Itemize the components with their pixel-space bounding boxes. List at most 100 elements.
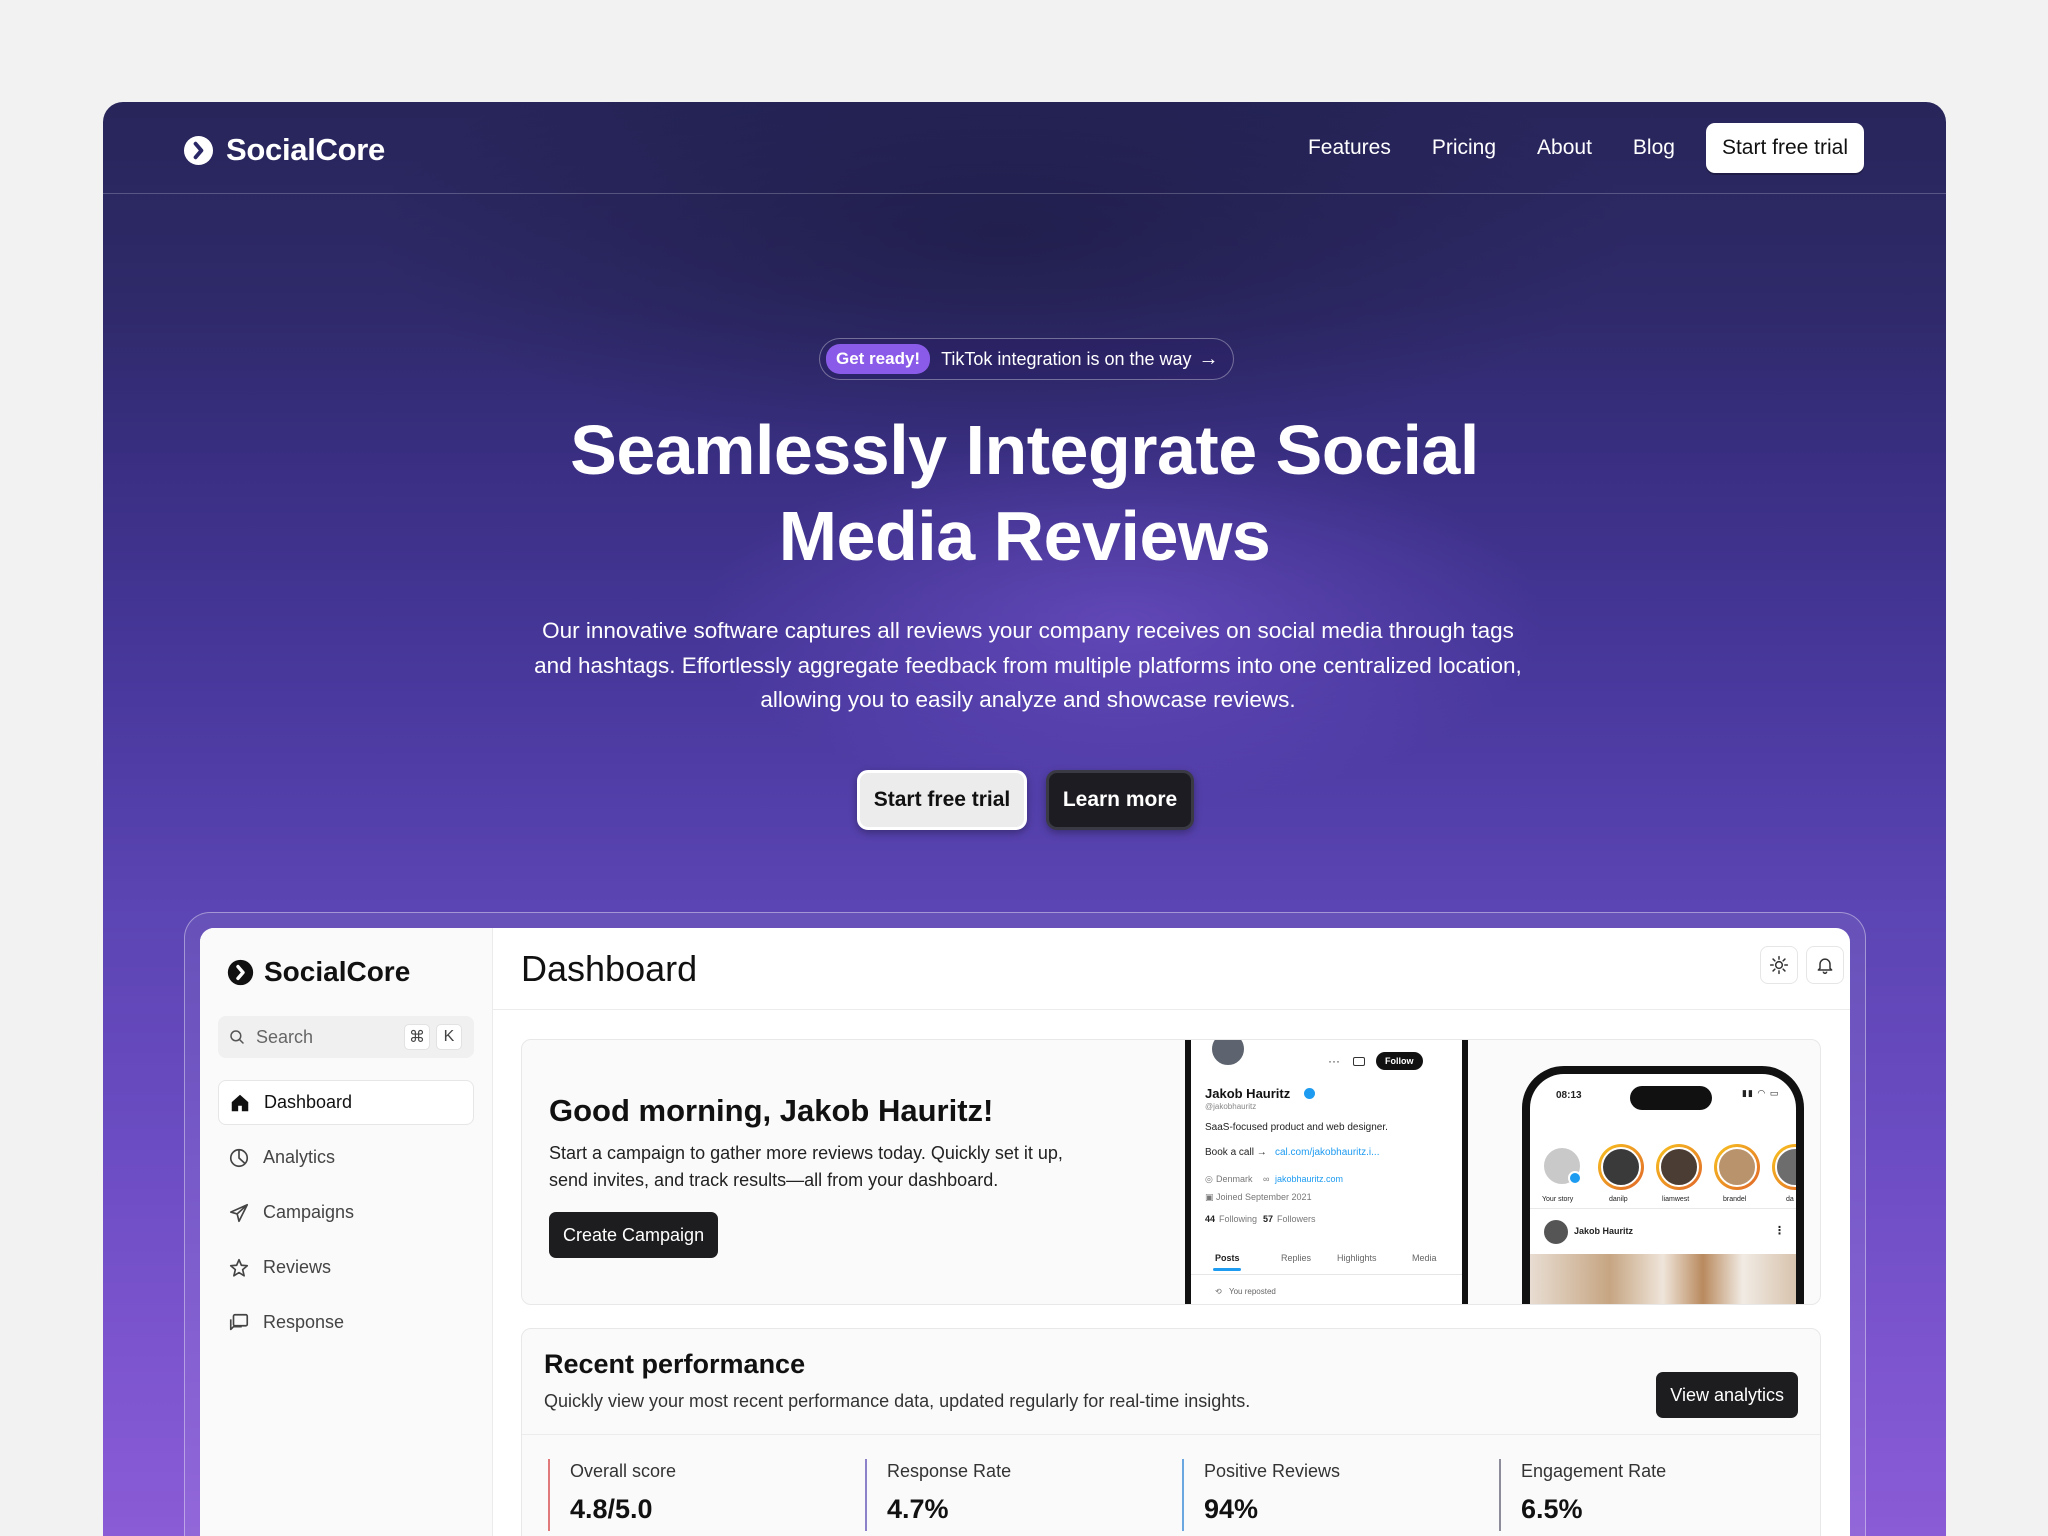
- following-label: Following: [1219, 1214, 1258, 1224]
- profile-tab-media[interactable]: Media: [1412, 1253, 1437, 1263]
- nav-link-blog[interactable]: Blog: [1633, 136, 1675, 160]
- arrow-right-icon: →: [1198, 347, 1219, 370]
- performance-divider: [522, 1434, 1820, 1435]
- active-tab-indicator: [1213, 1268, 1241, 1271]
- metric-value: 4.7%: [887, 1494, 949, 1524]
- sidebar-item-label: Dashboard: [264, 1092, 353, 1112]
- story-avatar-danilp[interactable]: [1598, 1144, 1644, 1190]
- message-icon: [1353, 1057, 1365, 1066]
- story-avatar-liamwest[interactable]: [1656, 1144, 1702, 1190]
- welcome-title: Good morning, Jakob Hauritz!: [549, 1093, 994, 1128]
- metric-response-rate: Response Rate 4.7%: [865, 1459, 1165, 1531]
- profile-bio: SaaS-focused product and web designer.: [1205, 1122, 1388, 1133]
- metric-overall-score: Overall score 4.8/5.0: [548, 1459, 848, 1531]
- stories-divider: [1530, 1208, 1796, 1209]
- metric-value: 94%: [1204, 1494, 1259, 1524]
- repost-icon: ⟲: [1215, 1287, 1222, 1296]
- sidebar-item-dashboard[interactable]: Dashboard: [218, 1080, 474, 1125]
- create-campaign-button[interactable]: Create Campaign: [549, 1212, 719, 1258]
- top-navigation: SocialCore Features Pricing About Blog S…: [103, 102, 1946, 194]
- k-key-hint: K: [436, 1024, 462, 1050]
- nav-start-trial-button[interactable]: Start free trial: [1705, 123, 1864, 173]
- metric-label: Engagement Rate: [1521, 1461, 1667, 1481]
- metric-accent-bar: [1499, 1459, 1501, 1531]
- performance-subtitle: Quickly view your most recent performanc…: [544, 1391, 1251, 1411]
- story-label: Your story: [1542, 1196, 1574, 1203]
- sidebar-item-label: Campaigns: [263, 1202, 355, 1222]
- profile-phone-mockup: ··· Follow Jakob Hauritz @jakobhauritz S…: [1185, 1040, 1468, 1304]
- performance-card: Recent performance Quickly view your mos…: [521, 1328, 1821, 1536]
- metric-positive-reviews: Positive Reviews 94%: [1182, 1459, 1482, 1531]
- follow-button[interactable]: Follow: [1376, 1052, 1423, 1070]
- star-icon: [229, 1258, 249, 1277]
- profile-tab-highlights[interactable]: Highlights: [1337, 1253, 1377, 1263]
- socialcore-logo-icon: [183, 135, 214, 165]
- profile-tab-replies[interactable]: Replies: [1281, 1253, 1311, 1263]
- hero-title: Seamlessly Integrate Social Media Review…: [103, 407, 1946, 579]
- profile-website[interactable]: jakobhauritz.com: [1275, 1174, 1343, 1184]
- announcement-text: TikTok integration is on the way: [941, 348, 1192, 369]
- link-icon: ∞: [1263, 1174, 1270, 1184]
- view-analytics-button[interactable]: View analytics: [1656, 1372, 1798, 1418]
- theme-toggle-button[interactable]: [1760, 946, 1798, 984]
- hero-learn-more-button[interactable]: Learn more: [1046, 770, 1194, 830]
- profile-book-link[interactable]: cal.com/jakobhauritz.i...: [1275, 1147, 1380, 1158]
- sidebar-item-campaigns[interactable]: Campaigns: [218, 1190, 474, 1235]
- story-avatar-brandel[interactable]: [1714, 1144, 1760, 1190]
- dynamic-island: [1630, 1086, 1712, 1110]
- send-icon: [229, 1203, 249, 1222]
- story-label: da: [1786, 1196, 1794, 1203]
- hero-title-line-2: Media Reviews: [778, 497, 1271, 575]
- hero-subtitle: Our innovative software captures all rev…: [534, 618, 1522, 712]
- nav-link-features[interactable]: Features: [1308, 136, 1391, 160]
- main-header: Dashboard: [493, 928, 1850, 1010]
- post-author-avatar: [1544, 1220, 1568, 1244]
- metric-engagement-rate: Engagement Rate 6.5%: [1499, 1459, 1799, 1531]
- main-content: Dashboard Good morning, Jakob Hauritz! S…: [493, 928, 1850, 1536]
- search-input[interactable]: Search ⌘ K: [218, 1016, 474, 1058]
- page-title: Dashboard: [521, 948, 698, 989]
- sidebar-item-response[interactable]: Response: [218, 1300, 474, 1345]
- bell-icon: [1817, 958, 1833, 975]
- profile-handle: @jakobhauritz: [1205, 1102, 1257, 1111]
- metric-value: 6.5%: [1521, 1494, 1583, 1524]
- story-avatar-da[interactable]: [1772, 1144, 1796, 1190]
- metric-accent-bar: [1182, 1459, 1184, 1531]
- tabs-divider: [1191, 1274, 1462, 1275]
- dashboard-app: SocialCore Search ⌘ K Dashboard Analytic…: [200, 928, 1850, 1536]
- sidebar-item-label: Reviews: [263, 1257, 332, 1277]
- status-time: 08:13: [1556, 1090, 1582, 1101]
- profile-joined: Joined September 2021: [1216, 1192, 1312, 1202]
- post-menu-icon[interactable]: ⋮: [1774, 1224, 1785, 1237]
- nav-link-pricing[interactable]: Pricing: [1432, 136, 1496, 160]
- post-image: [1530, 1254, 1796, 1304]
- sidebar-item-label: Response: [263, 1312, 345, 1332]
- welcome-card: Good morning, Jakob Hauritz! Start a cam…: [521, 1039, 1821, 1305]
- search-placeholder: Search: [256, 1026, 314, 1047]
- brand-name: SocialCore: [226, 132, 385, 167]
- notifications-button[interactable]: [1806, 946, 1844, 984]
- stories-screen: 08:13 ▮▮ ◠ ▭ Your story danilp liamwest …: [1530, 1074, 1796, 1304]
- sidebar-item-analytics[interactable]: Analytics: [218, 1135, 474, 1180]
- sidebar-item-reviews[interactable]: Reviews: [218, 1245, 474, 1290]
- brand-logo[interactable]: SocialCore: [183, 132, 385, 168]
- metric-accent-bar: [865, 1459, 867, 1531]
- profile-tab-posts[interactable]: Posts: [1215, 1253, 1240, 1263]
- home-icon: [231, 1094, 249, 1111]
- story-label: danilp: [1609, 1196, 1628, 1203]
- performance-title: Recent performance: [544, 1349, 806, 1379]
- followers-label: Followers: [1277, 1214, 1316, 1224]
- status-icons: ▮▮ ◠ ▭: [1742, 1088, 1780, 1098]
- stories-phone-mockup: 08:13 ▮▮ ◠ ▭ Your story danilp liamwest …: [1522, 1066, 1804, 1304]
- sun-icon: [1769, 955, 1789, 975]
- sidebar-brand[interactable]: SocialCore: [227, 956, 410, 988]
- main-nav: Features Pricing About Blog Start free t…: [1308, 123, 1864, 173]
- chat-icon: [229, 1313, 249, 1330]
- hero-start-trial-button[interactable]: Start free trial: [857, 770, 1027, 830]
- metric-label: Overall score: [570, 1461, 677, 1481]
- nav-link-about[interactable]: About: [1537, 136, 1592, 160]
- command-key-hint: ⌘: [404, 1024, 430, 1050]
- announcement-pill[interactable]: Get ready! TikTok integration is on the …: [819, 338, 1234, 380]
- announcement-badge: Get ready!: [826, 344, 931, 374]
- following-count: 44: [1205, 1214, 1216, 1224]
